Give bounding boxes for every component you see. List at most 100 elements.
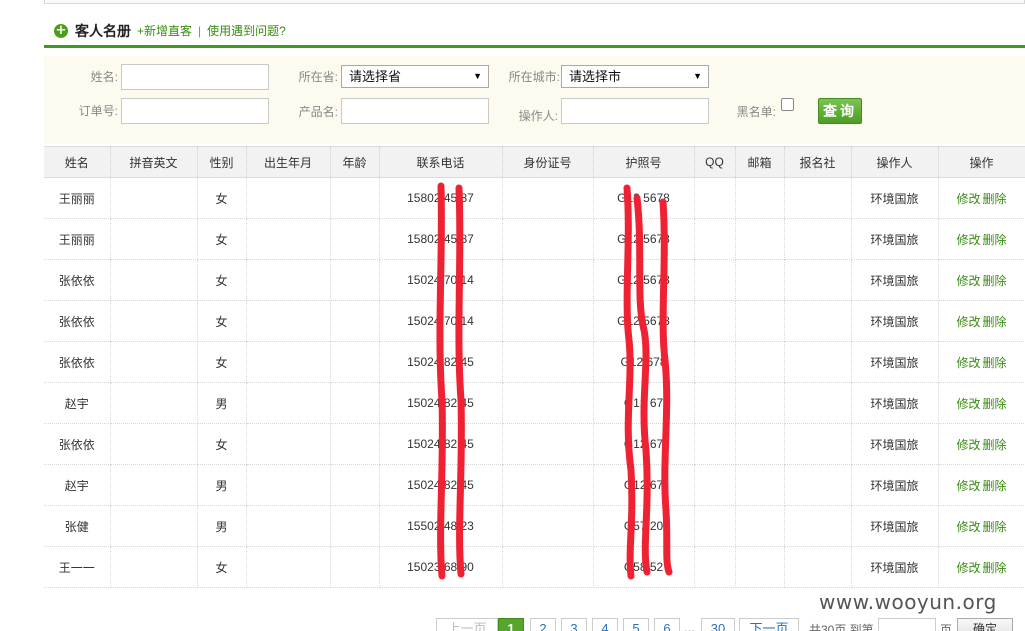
city-select-value: 请选择市 <box>569 69 622 84</box>
age-cell <box>330 382 380 424</box>
delete-link[interactable]: 删除 <box>983 274 1007 288</box>
pinyin-cell <box>110 300 198 342</box>
pinyin-cell <box>110 382 198 424</box>
id-number-cell <box>502 546 594 588</box>
name-cell: 赵宇 <box>44 464 111 506</box>
delete-link[interactable]: 删除 <box>983 438 1007 452</box>
edit-link[interactable]: 修改 <box>956 274 980 288</box>
page-button[interactable]: 4 <box>592 618 618 631</box>
plus-circle-icon: + <box>54 22 68 38</box>
email-cell <box>735 259 785 301</box>
phone-cell: 15502 48 23 <box>379 505 503 547</box>
edit-link[interactable]: 修改 <box>956 438 980 452</box>
id-number-cell <box>502 423 594 465</box>
id-number-cell <box>502 218 594 260</box>
last-page-button[interactable]: 30 <box>701 618 735 631</box>
blacklist-checkbox[interactable] <box>781 98 794 111</box>
search-panel: 姓名: 所在省: 请选择省 ▼ 所在城市: 请选择市 ▼ 订单号: 产品名: 操… <box>44 56 1025 144</box>
delete-link[interactable]: 删除 <box>983 561 1007 575</box>
operator-cell: 环境国旅 <box>851 259 939 301</box>
age-cell <box>330 218 380 260</box>
edit-link[interactable]: 修改 <box>956 233 980 247</box>
page-button[interactable]: 6 <box>654 618 680 631</box>
column-header: 姓名 <box>44 146 111 178</box>
blacklist-label: 黑名单: <box>736 105 776 119</box>
edit-link[interactable]: 修改 <box>956 561 980 575</box>
gender-cell: 男 <box>197 505 247 547</box>
table-row: 王一一女 15023 68 90 G58 52 环境国旅 修改 删除 <box>44 546 1025 588</box>
birth-cell <box>246 259 331 301</box>
gender-cell: 男 <box>197 464 247 506</box>
name-cell: 王一一 <box>44 546 111 588</box>
operator-input[interactable] <box>561 98 709 124</box>
id-number-cell <box>502 341 594 383</box>
edit-link[interactable]: 修改 <box>956 315 980 329</box>
operator-label: 操作人: <box>518 109 558 123</box>
qq-cell <box>694 382 736 424</box>
name-cell: 张健 <box>44 505 111 547</box>
table-row: 王丽丽女 15802 45 87 G12 5678 环境国旅 修改 删除 <box>44 218 1025 260</box>
table-row: 张依依女 15024 82 45 G12 678 环境国旅 修改 删除 <box>44 341 1025 383</box>
next-page-button[interactable]: 下一页 <box>739 618 799 631</box>
page-button-current[interactable]: 1 <box>498 618 524 631</box>
city-label: 所在城市: <box>508 70 560 84</box>
page-button[interactable]: 3 <box>561 618 587 631</box>
birth-cell <box>246 505 331 547</box>
name-input[interactable] <box>121 64 269 90</box>
column-header: 拼音英文 <box>110 146 198 178</box>
actions-cell: 修改 删除 <box>938 259 1025 301</box>
gender-cell: 女 <box>197 546 247 588</box>
prev-page-button[interactable]: 上一页 <box>436 618 498 631</box>
order-input[interactable] <box>121 98 269 124</box>
goto-page-input[interactable] <box>878 618 936 631</box>
id-number-cell <box>502 382 594 424</box>
agency-cell <box>784 505 852 547</box>
edit-link[interactable]: 修改 <box>956 397 980 411</box>
phone-cell: 15024 70 14 <box>379 259 503 301</box>
province-select[interactable]: 请选择省 ▼ <box>341 65 489 88</box>
delete-link[interactable]: 删除 <box>983 315 1007 329</box>
delete-link[interactable]: 删除 <box>983 397 1007 411</box>
name-cell: 王丽丽 <box>44 218 111 260</box>
email-cell <box>735 218 785 260</box>
table-row: 赵宇男 15024 82 45 G12 67 环境国旅 修改 删除 <box>44 464 1025 506</box>
edit-link[interactable]: 修改 <box>956 520 980 534</box>
column-header: 身份证号 <box>502 146 594 178</box>
gender-cell: 男 <box>197 382 247 424</box>
passport-cell: G12 5678 <box>593 300 695 342</box>
page-button[interactable]: 2 <box>530 618 556 631</box>
product-input[interactable] <box>341 98 489 124</box>
city-select[interactable]: 请选择市 ▼ <box>561 65 709 88</box>
delete-link[interactable]: 删除 <box>983 520 1007 534</box>
goto-confirm-button[interactable]: 确定 <box>957 618 1013 631</box>
delete-link[interactable]: 删除 <box>983 479 1007 493</box>
operator-cell: 环境国旅 <box>851 505 939 547</box>
qq-cell <box>694 300 736 342</box>
title-separator: | <box>198 23 202 38</box>
delete-link[interactable]: 删除 <box>983 233 1007 247</box>
delete-link[interactable]: 删除 <box>983 356 1007 370</box>
phone-cell: 15023 68 90 <box>379 546 503 588</box>
product-label: 产品名: <box>298 105 338 119</box>
help-link[interactable]: 使用遇到问题? <box>207 22 286 39</box>
pinyin-cell <box>110 464 198 506</box>
edit-link[interactable]: 修改 <box>956 356 980 370</box>
id-number-cell <box>502 259 594 301</box>
qq-cell <box>694 259 736 301</box>
dropdown-arrow-icon: ▼ <box>693 71 702 81</box>
actions-cell: 修改 删除 <box>938 177 1025 219</box>
operator-cell: 环境国旅 <box>851 341 939 383</box>
add-guest-link[interactable]: +新增直客 <box>137 22 192 39</box>
pinyin-cell <box>110 546 198 588</box>
column-header: 年龄 <box>330 146 380 178</box>
edit-link[interactable]: 修改 <box>956 192 980 206</box>
actions-cell: 修改 删除 <box>938 505 1025 547</box>
age-cell <box>330 259 380 301</box>
edit-link[interactable]: 修改 <box>956 479 980 493</box>
email-cell <box>735 177 785 219</box>
query-button[interactable]: 查询 <box>818 98 862 124</box>
email-cell <box>735 546 785 588</box>
delete-link[interactable]: 删除 <box>983 192 1007 206</box>
page-button[interactable]: 5 <box>623 618 649 631</box>
column-header: 操作 <box>938 146 1025 178</box>
